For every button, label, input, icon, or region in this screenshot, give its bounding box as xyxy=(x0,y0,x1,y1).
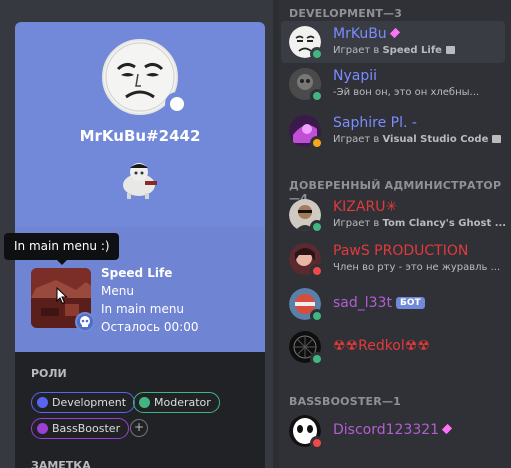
member-item[interactable]: Saphire Pl. - Играет в Visual Studio Cod… xyxy=(281,110,505,152)
member-group-header: BASSBOOSTER—1 xyxy=(289,395,401,408)
role-label: BassBooster xyxy=(52,422,121,435)
member-custom-status: Член во рту - это не журавль ... xyxy=(333,262,501,273)
cat-emoji-icon xyxy=(115,159,163,199)
nitro-boost-icon xyxy=(441,423,453,435)
online-status-icon xyxy=(310,47,324,61)
member-name: Nyapii xyxy=(333,68,378,84)
role-bassbooster[interactable]: BassBooster xyxy=(31,418,130,439)
online-status-icon xyxy=(310,352,324,366)
online-status-indicator xyxy=(165,92,189,116)
note-heading: ЗАМЕТКА xyxy=(31,459,91,468)
member-item[interactable]: ☢☢Redkol☢☢ xyxy=(281,326,505,368)
member-name: Saphire Pl. - xyxy=(333,115,417,131)
member-custom-status: -Эй вон он, это он хлебны... xyxy=(333,87,480,98)
member-activity: Играет в Tom Clancy's Ghost ... xyxy=(333,218,505,229)
member-name: Discord123321 xyxy=(333,422,453,438)
member-item[interactable]: Discord123321 xyxy=(281,410,505,452)
dnd-status-icon xyxy=(310,264,324,278)
dnd-status-icon xyxy=(310,436,324,450)
activity-state: In main menu xyxy=(101,302,185,316)
member-group-header: DEVELOPMENT—3 xyxy=(289,7,403,20)
roles-heading: РОЛИ xyxy=(31,367,67,380)
skull-icon xyxy=(75,312,95,332)
member-item[interactable]: PawS PRODUCTION Член во рту - это не жур… xyxy=(281,238,505,280)
online-status-icon xyxy=(310,309,324,323)
role-color-dot xyxy=(139,397,150,408)
member-activity: Играет в Speed Life xyxy=(333,45,455,56)
online-status-icon xyxy=(310,89,324,103)
member-item[interactable]: Nyapii -Эй вон он, это он хлебны... xyxy=(281,63,505,105)
online-status-icon xyxy=(310,220,324,234)
activity-time-remaining: Осталось 00:00 xyxy=(101,320,199,334)
bot-tag: БОТ xyxy=(395,297,425,309)
role-label: Development xyxy=(52,396,127,409)
add-role-button[interactable]: + xyxy=(130,419,148,437)
discord-window: MrKuBu#2442 Speed Life Menu In main menu… xyxy=(0,0,511,468)
member-item[interactable]: MrKuBu Играет в Speed Life xyxy=(281,21,505,63)
member-name: KIZARU✳ xyxy=(333,199,398,215)
activity-details: Menu xyxy=(101,284,134,298)
member-item[interactable]: sad_l33t БОТ xyxy=(281,283,505,325)
rich-presence-icon xyxy=(492,135,502,143)
role-label: Moderator xyxy=(154,396,211,409)
rich-presence-icon xyxy=(445,46,455,54)
role-color-dot xyxy=(37,423,48,434)
mouse-cursor-icon xyxy=(56,287,68,305)
member-name: ☢☢Redkol☢☢ xyxy=(333,338,430,354)
idle-status-icon xyxy=(310,136,324,150)
member-activity: Играет в Visual Studio Code xyxy=(333,134,502,145)
panel-divider xyxy=(273,0,279,468)
role-moderator[interactable]: Moderator xyxy=(133,392,220,413)
activity-title: Speed Life xyxy=(101,266,173,280)
nitro-boost-icon xyxy=(389,27,400,39)
member-name: sad_l33t БОТ xyxy=(333,295,425,311)
activity-tooltip: In main menu :) xyxy=(4,233,119,265)
member-name: MrKuBu xyxy=(333,26,400,42)
member-name: PawS PRODUCTION xyxy=(333,243,469,259)
role-development[interactable]: Development xyxy=(31,392,136,413)
member-item[interactable]: KIZARU✳ Играет в Tom Clancy's Ghost ... xyxy=(281,194,505,236)
profile-username: MrKuBu#2442 xyxy=(79,127,201,145)
role-color-dot xyxy=(37,397,48,408)
